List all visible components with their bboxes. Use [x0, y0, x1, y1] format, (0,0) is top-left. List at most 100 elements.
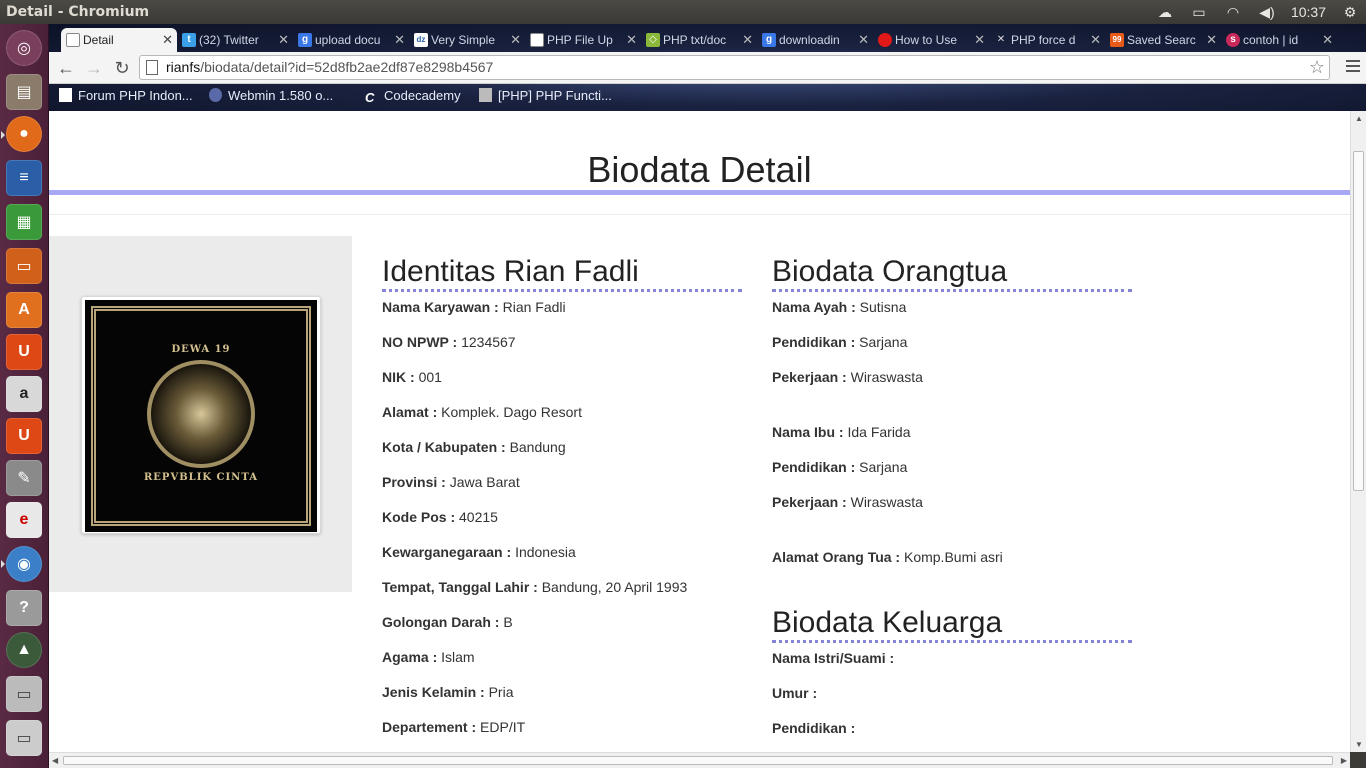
cloud-icon[interactable]: ☁: [1155, 4, 1175, 20]
title-rule: [49, 190, 1350, 195]
orangtua-heading: Biodata Orangtua: [772, 255, 1132, 292]
close-icon[interactable]: ✕: [1322, 28, 1333, 52]
close-icon[interactable]: ✕: [626, 28, 637, 52]
amazon-icon[interactable]: a: [6, 376, 42, 412]
tab-contoh[interactable]: s contoh | id ✕: [1221, 28, 1337, 52]
update-manager-icon[interactable]: ▲: [6, 632, 42, 668]
close-icon[interactable]: ✕: [1206, 28, 1217, 52]
field-pendidikan-ibu: Pendidikan : Sarjana: [772, 459, 908, 475]
close-icon[interactable]: ✕: [858, 28, 869, 52]
field-umur: Umur :: [772, 685, 818, 701]
forward-button[interactable]: →: [83, 57, 105, 79]
tab-how-to-use[interactable]: How to Use ✕: [873, 28, 989, 52]
red-dot-icon: [878, 33, 892, 47]
twitter-icon: t: [182, 33, 196, 47]
browser-frame: Detail ✕ t (32) Twitter ✕ g upload docu …: [49, 24, 1366, 111]
field-alamat: Alamat : Komplek. Dago Resort: [382, 404, 582, 420]
top-panel: Detail - Chromium ☁ ▭ ◠ ◀) 10:37 ⚙: [0, 0, 1366, 24]
identitas-heading: Identitas Rian Fadli: [382, 255, 742, 292]
close-icon[interactable]: ✕: [162, 28, 173, 52]
tab-strip: Detail ✕ t (32) Twitter ✕ g upload docu …: [49, 26, 1366, 52]
gear-icon[interactable]: ⚙: [1340, 4, 1360, 20]
tab-twitter[interactable]: t (32) Twitter ✕: [177, 28, 293, 52]
field-nama-ibu: Nama Ibu : Ida Farida: [772, 424, 911, 440]
scrollbar-thumb[interactable]: [1353, 151, 1364, 491]
99-icon: 99: [1110, 33, 1124, 47]
field-nama-karyawan: Nama Karyawan : Rian Fadli: [382, 299, 566, 315]
field-nama-ayah: Nama Ayah : Sutisna: [772, 299, 907, 315]
software-center-icon[interactable]: A: [6, 292, 42, 328]
scroll-right-icon[interactable]: ▶: [1341, 756, 1347, 765]
url-host: rianfs: [166, 59, 201, 75]
tab-downloading[interactable]: g downloadin ✕: [757, 28, 873, 52]
back-button[interactable]: ←: [55, 57, 77, 79]
scroll-down-icon[interactable]: ▼: [1355, 740, 1363, 749]
clock[interactable]: 10:37: [1291, 4, 1326, 20]
system-settings-icon[interactable]: ✎: [6, 460, 42, 496]
firefox-icon[interactable]: ●: [6, 116, 42, 152]
field-departement: Departement : EDP/IT: [382, 719, 526, 735]
ubuntu-one-icon[interactable]: U: [6, 334, 42, 370]
trash-icon[interactable]: ▭: [6, 720, 42, 756]
volume-icon[interactable]: ◀): [1257, 4, 1277, 20]
field-pendidikan-ayah: Pendidikan : Sarjana: [772, 334, 908, 350]
evince-icon[interactable]: e: [6, 502, 42, 538]
page-icon: [66, 33, 80, 47]
calc-icon[interactable]: ▦: [6, 204, 42, 240]
field-nama-istri-suami: Nama Istri/Suami :: [772, 650, 895, 666]
chromium-icon[interactable]: ◉: [6, 546, 42, 582]
url-path: /biodata/detail?id=52d8fb2ae2df87e8298b4…: [200, 59, 494, 75]
tab-upload-docu[interactable]: g upload docu ✕: [293, 28, 409, 52]
page-header: Biodata Detail: [49, 111, 1350, 219]
grid-icon: [479, 88, 492, 102]
field-kota: Kota / Kabupaten : Bandung: [382, 439, 566, 455]
impress-icon[interactable]: ▭: [6, 248, 42, 284]
battery-icon[interactable]: ▭: [1189, 4, 1209, 20]
tab-php-force[interactable]: ✕ PHP force d ✕: [989, 28, 1105, 52]
close-icon[interactable]: ✕: [742, 28, 753, 52]
close-icon[interactable]: ✕: [1090, 28, 1101, 52]
keluarga-heading: Biodata Keluarga: [772, 606, 1132, 643]
divider: [49, 214, 1350, 215]
close-icon[interactable]: ✕: [278, 28, 289, 52]
profile-photo: DEWA 19 REPVBLIK CINTA: [85, 300, 317, 532]
scrollbar-thumb[interactable]: [63, 756, 1333, 765]
bookmark-webmin[interactable]: Webmin 1.580 o...: [209, 88, 333, 103]
field-golongan-darah: Golongan Darah : B: [382, 614, 513, 630]
menu-icon[interactable]: [1346, 60, 1360, 75]
tab-php-txt-doc[interactable]: ◇ PHP txt/doc ✕: [641, 28, 757, 52]
horizontal-scrollbar[interactable]: ◀ ▶: [49, 752, 1350, 768]
scroll-left-icon[interactable]: ◀: [52, 756, 58, 765]
wifi-icon[interactable]: ◠: [1223, 4, 1243, 20]
browser-window: Detail ✕ t (32) Twitter ✕ g upload docu …: [49, 24, 1366, 768]
tab-very-simple[interactable]: dz Very Simple ✕: [409, 28, 525, 52]
dash-home-icon[interactable]: ◎: [6, 30, 42, 66]
close-icon[interactable]: ✕: [974, 28, 985, 52]
drive-icon[interactable]: ▭: [6, 676, 42, 712]
star-icon[interactable]: ☆: [1309, 56, 1325, 79]
field-provinsi: Provinsi : Jawa Barat: [382, 474, 520, 490]
field-agama: Agama : Islam: [382, 649, 475, 665]
tools-icon: ✕: [996, 34, 1006, 45]
bookmark-forum-php[interactable]: Forum PHP Indon...: [59, 88, 193, 103]
writer-icon[interactable]: ≡: [6, 160, 42, 196]
ubuntu-one-music-icon[interactable]: U: [6, 418, 42, 454]
tab-saved-search[interactable]: 99 Saved Searc ✕: [1105, 28, 1221, 52]
vertical-scrollbar[interactable]: ▲ ▼: [1350, 111, 1366, 752]
bookmark-codecademy[interactable]: C Codecademy: [365, 88, 461, 105]
close-icon[interactable]: ✕: [394, 28, 405, 52]
address-bar[interactable]: rianfs/biodata/detail?id=52d8fb2ae2df87e…: [139, 55, 1330, 80]
files-icon[interactable]: ▤: [6, 74, 42, 110]
page-title: Biodata Detail: [587, 149, 812, 190]
close-icon[interactable]: ✕: [510, 28, 521, 52]
page-viewport: Biodata Detail DEWA 19 REPVBLIK CINTA Id…: [49, 111, 1350, 752]
tab-detail[interactable]: Detail ✕: [61, 28, 177, 52]
bookmarks-bar: Forum PHP Indon... Webmin 1.580 o... C Co…: [49, 84, 1366, 111]
crest-emblem: [147, 360, 255, 468]
scroll-up-icon[interactable]: ▲: [1355, 114, 1363, 123]
launcher: ◎ ▤ ● ≡ ▦ ▭ A U a U ✎ e ◉ ? ▲ ▭ ▭: [0, 24, 49, 768]
bookmark-php-functi[interactable]: [PHP] PHP Functi...: [479, 88, 612, 103]
help-icon[interactable]: ?: [6, 590, 42, 626]
reload-button[interactable]: ↻: [111, 57, 133, 79]
tab-php-file-up[interactable]: PHP File Up ✕: [525, 28, 641, 52]
